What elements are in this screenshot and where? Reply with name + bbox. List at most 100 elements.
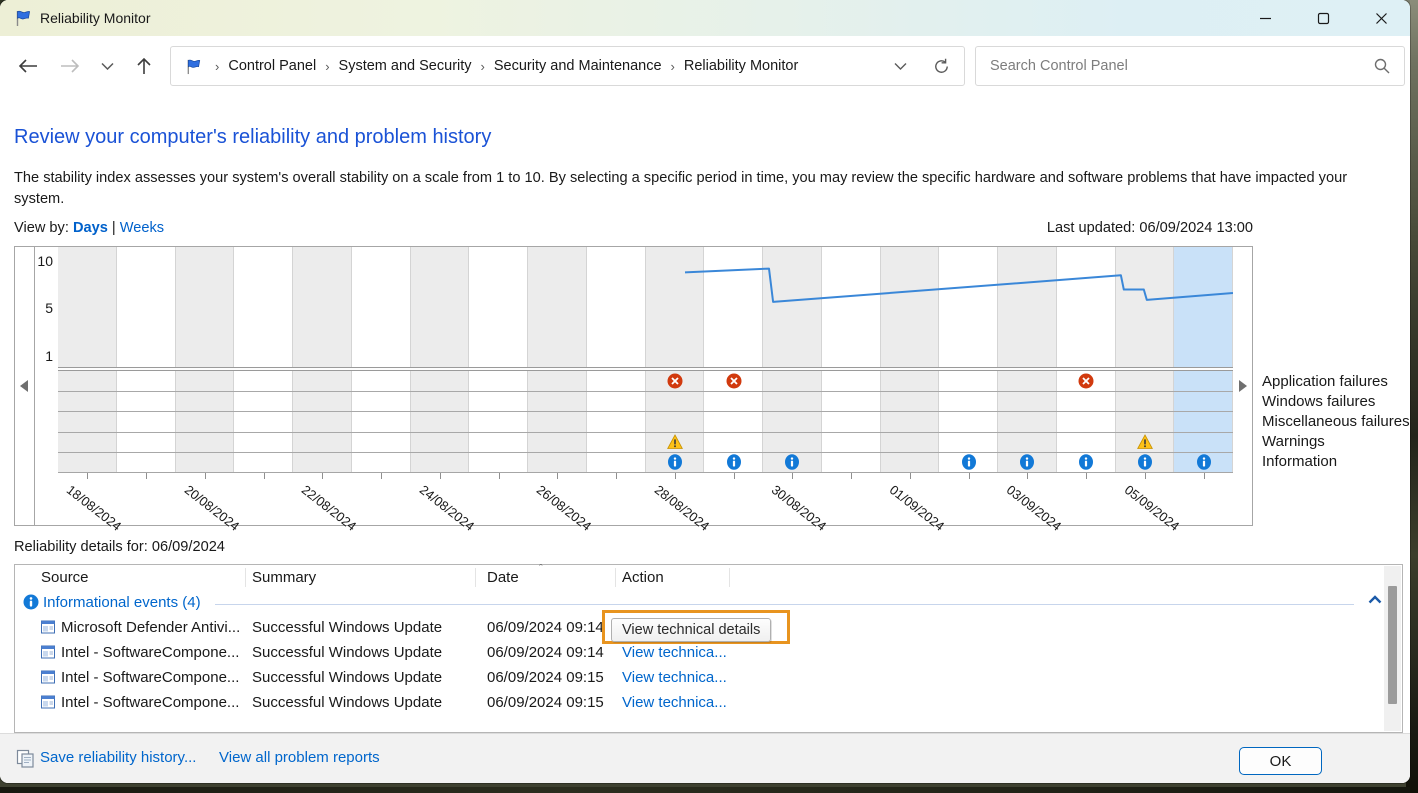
details-heading: Reliability details for: 06/09/2024: [14, 539, 225, 555]
breadcrumb-separator: ›: [481, 59, 485, 74]
refresh-icon[interactable]: [933, 58, 950, 75]
cell-date: 06/09/2024 09:14: [487, 644, 612, 661]
close-button[interactable]: [1352, 0, 1410, 36]
up-button[interactable]: [128, 50, 160, 82]
chart-scroll-left[interactable]: [15, 247, 35, 525]
breadcrumb-separator: ›: [215, 59, 219, 74]
forward-button[interactable]: [54, 50, 86, 82]
minimize-icon: [1259, 12, 1272, 25]
table-scrollbar[interactable]: [1384, 566, 1401, 731]
breadcrumb-item-0[interactable]: Control Panel: [228, 58, 316, 74]
breadcrumb-dropdown-icon[interactable]: [894, 62, 907, 70]
table-row-1[interactable]: Intel - SoftwareCompone...Successful Win…: [15, 640, 1402, 665]
date-label-05-09-2024: 05/09/2024: [1122, 482, 1183, 534]
table-header: Source Summary Date Action ˆ: [15, 565, 1402, 590]
ok-button[interactable]: OK: [1239, 747, 1322, 775]
details-table: Source Summary Date Action ˆ Information…: [14, 564, 1403, 733]
view-by-days-link[interactable]: Days: [73, 220, 108, 236]
event-source-icon: [41, 645, 56, 665]
breadcrumb-item-2[interactable]: Security and Maintenance: [494, 58, 662, 74]
back-button[interactable]: [12, 50, 44, 82]
warning-icon-28-08-2024[interactable]: [667, 434, 683, 450]
column-header-date[interactable]: Date: [487, 569, 519, 586]
column-header-source[interactable]: Source: [41, 569, 89, 586]
table-scrollbar-thumb[interactable]: [1388, 586, 1397, 704]
event-source-icon: [41, 620, 56, 640]
maximize-button[interactable]: [1294, 0, 1352, 36]
save-reliability-history-link[interactable]: Save reliability history...: [40, 749, 196, 766]
footer-bar: Save reliability history... View all pro…: [0, 733, 1410, 783]
legend-item-0: Application failures: [1262, 372, 1410, 392]
stability-chart: 10 5 1 18/08/202420/08/202422/08/202424/…: [14, 246, 1253, 526]
info-icon-29-08-2024[interactable]: [726, 454, 742, 470]
minimize-button[interactable]: [1236, 0, 1294, 36]
navigation-bar: › Control Panel › System and Security › Secur…: [0, 36, 1410, 96]
view-by: View by: Days | Weeks: [14, 220, 164, 236]
y-axis-tick-5: 5: [33, 300, 53, 316]
view-by-label: View by:: [14, 220, 69, 236]
breadcrumb: › Control Panel › System and Security › Secur…: [170, 46, 965, 86]
column-header-summary[interactable]: Summary: [252, 569, 316, 586]
forward-arrow-icon: [59, 58, 81, 74]
breadcrumb-items: › Control Panel › System and Security › Secur…: [206, 58, 798, 74]
warning-icon-05-09-2024[interactable]: [1137, 434, 1153, 450]
info-icon: [23, 594, 39, 610]
view-technical-details-link[interactable]: View technica...: [622, 669, 727, 686]
table-row-2[interactable]: Intel - SoftwareCompone...Successful Win…: [15, 665, 1402, 690]
view-all-problem-reports-link[interactable]: View all problem reports: [219, 749, 380, 766]
desktop-edge-bottom: [0, 787, 1410, 793]
event-source-icon: [41, 670, 56, 690]
y-axis-tick-10: 10: [33, 253, 53, 269]
search-input[interactable]: [990, 58, 1374, 74]
view-by-weeks-link[interactable]: Weeks: [120, 220, 164, 236]
cell-source: Intel - SoftwareCompone...: [61, 644, 243, 661]
last-updated: Last updated: 06/09/2024 13:00: [1047, 220, 1253, 236]
legend-item-1: Windows failures: [1262, 392, 1410, 412]
table-row-3[interactable]: Intel - SoftwareCompone...Successful Win…: [15, 690, 1402, 715]
reliability-flag-icon: [185, 58, 202, 75]
recent-pages-button[interactable]: [96, 50, 118, 82]
y-axis-tick-1: 1: [33, 348, 53, 364]
table-row-0[interactable]: Microsoft Defender Antivi...Successful W…: [15, 615, 1402, 640]
chart-plot-area[interactable]: [58, 247, 1233, 472]
error-icon-04-09-2024[interactable]: [1078, 373, 1094, 389]
chart-scroll-right[interactable]: [1232, 247, 1252, 525]
sort-ascending-icon: ˆ: [539, 563, 543, 575]
info-icon-02-09-2024[interactable]: [961, 454, 977, 470]
info-icon-05-09-2024[interactable]: [1137, 454, 1153, 470]
breadcrumb-item-3[interactable]: Reliability Monitor: [684, 58, 798, 74]
save-history-icon: [16, 749, 35, 768]
info-icon-06-09-2024[interactable]: [1196, 454, 1212, 470]
date-label-22-08-2024: 22/08/2024: [299, 482, 360, 534]
titlebar: Reliability Monitor: [0, 0, 1410, 36]
breadcrumb-item-1[interactable]: System and Security: [339, 58, 472, 74]
event-source-icon: [41, 695, 56, 715]
search-icon[interactable]: [1374, 58, 1390, 74]
cell-source: Intel - SoftwareCompone...: [61, 694, 243, 711]
view-technical-details-link[interactable]: View technica...: [622, 644, 727, 661]
column-header-action[interactable]: Action: [622, 569, 664, 586]
view-technical-details-button[interactable]: View technical details: [611, 618, 771, 642]
breadcrumb-separator: ›: [671, 59, 675, 74]
error-icon-28-08-2024[interactable]: [667, 373, 683, 389]
view-technical-details-link[interactable]: View technica...: [622, 694, 727, 711]
date-label-30-08-2024: 30/08/2024: [769, 482, 830, 534]
close-icon: [1375, 12, 1388, 25]
chart-left-arrow-icon: [20, 380, 28, 392]
date-label-26-08-2024: 26/08/2024: [534, 482, 595, 534]
page-title: Review your computer's reliability and p…: [14, 126, 491, 149]
info-icon-28-08-2024[interactable]: [667, 454, 683, 470]
group-label[interactable]: Informational events (4): [43, 594, 201, 611]
info-icon-03-09-2024[interactable]: [1019, 454, 1035, 470]
back-arrow-icon: [17, 58, 39, 74]
reliability-monitor-window: Reliability Monitor: [0, 0, 1410, 783]
cell-summary: Successful Windows Update: [252, 619, 472, 636]
cell-date: 06/09/2024 09:14: [487, 619, 612, 636]
date-label-18-08-2024: 18/08/2024: [64, 482, 125, 534]
info-icon-30-08-2024[interactable]: [784, 454, 800, 470]
info-icon-04-09-2024[interactable]: [1078, 454, 1094, 470]
collapse-chevron-icon[interactable]: [1368, 595, 1382, 604]
date-label-24-08-2024: 24/08/2024: [417, 482, 478, 534]
error-icon-29-08-2024[interactable]: [726, 373, 742, 389]
date-label-01-09-2024: 01/09/2024: [887, 482, 948, 534]
